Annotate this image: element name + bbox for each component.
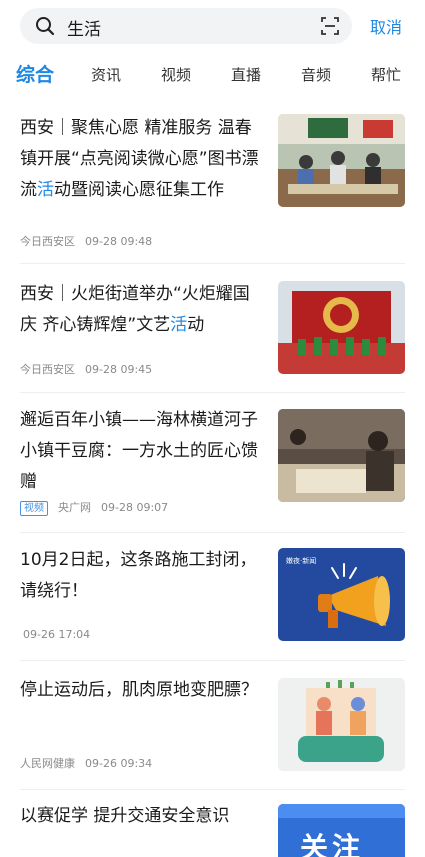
news-thumbnail — [278, 281, 405, 374]
news-meta: 今日西安区 09-28 09:45 — [20, 361, 162, 377]
cancel-button[interactable]: 取消 — [370, 14, 402, 38]
news-item[interactable]: 停止运动后，肌肉原地变肥膘？ 人民网健康 09-26 09:34 — [0, 675, 425, 785]
thumb-caption: 关注 — [300, 831, 365, 857]
news-meta: 09-26 17:04 — [23, 628, 100, 641]
news-item[interactable]: 10月2日起，这条路施工封闭，请绕行！ 09-26 17:04 嫩夜·新闻 — [0, 545, 425, 650]
news-item[interactable]: 邂逅百年小镇——海林横道河子小镇干豆腐：一方水土的匠心馈赠 视频 央广网 09-28… — [0, 405, 425, 520]
news-thumbnail: 嫩夜·新闻 — [278, 548, 405, 641]
news-thumbnail: 关注 — [278, 804, 405, 857]
search-icon — [36, 17, 55, 36]
tab-video[interactable]: 视频 — [161, 64, 191, 85]
tab-news[interactable]: 资讯 — [91, 64, 121, 85]
scan-icon[interactable] — [320, 16, 340, 36]
news-meta: 视频 央广网 09-28 09:07 — [20, 499, 178, 516]
divider — [20, 532, 405, 533]
search-query: 生活 — [67, 20, 101, 40]
news-title: 西安｜聚焦心愿 精准服务 温春镇开展“点亮阅读微心愿”图书漂流活动暨阅读心愿征集… — [20, 118, 259, 200]
tab-help[interactable]: 帮忙 — [371, 64, 401, 85]
divider — [20, 392, 405, 393]
tab-audio[interactable]: 音频 — [301, 64, 331, 85]
tab-live[interactable]: 直播 — [231, 64, 261, 85]
news-title: 停止运动后，肌肉原地变肥膘？ — [20, 680, 258, 700]
news-source: 今日西安区 — [20, 363, 75, 376]
news-item[interactable]: 西安｜火炬街道举办“火炬耀国庆 齐心铸辉煌”文艺活动 今日西安区 09-28 09… — [0, 279, 425, 379]
news-thumbnail — [278, 409, 405, 502]
news-title: 西安｜火炬街道举办“火炬耀国庆 齐心铸辉煌”文艺活动 — [20, 284, 250, 335]
news-time: 09-28 09:45 — [85, 363, 153, 376]
news-source: 今日西安区 — [20, 235, 75, 248]
news-time: 09-28 09:07 — [101, 501, 169, 514]
divider — [20, 263, 405, 264]
news-item[interactable]: 西安｜聚焦心愿 精准服务 温春镇开展“点亮阅读微心愿”图书漂流活动暨阅读心愿征集… — [0, 113, 425, 258]
tab-comprehensive[interactable]: 综合 — [16, 60, 54, 87]
news-title: 邂逅百年小镇——海林横道河子小镇干豆腐：一方水土的匠心馈赠 — [20, 410, 258, 492]
news-item[interactable]: 以赛促学 提升交通安全意识 关注 — [0, 801, 425, 857]
news-source: 央广网 — [58, 501, 91, 514]
news-time: 09-28 09:48 — [85, 235, 153, 248]
news-title: 以赛促学 提升交通安全意识 — [20, 806, 230, 826]
news-thumbnail — [278, 678, 405, 771]
search-bar: 生活 取消 — [0, 6, 425, 46]
video-badge: 视频 — [20, 501, 48, 516]
news-time: 09-26 09:34 — [85, 757, 153, 770]
divider — [20, 789, 405, 790]
category-tabs: 综合 资讯 视频 直播 音频 帮忙 — [0, 58, 425, 92]
news-source: 人民网健康 — [20, 757, 75, 770]
news-time: 09-26 17:04 — [23, 628, 91, 641]
search-input[interactable]: 生活 — [20, 8, 352, 44]
news-meta: 今日西安区 09-28 09:48 — [20, 233, 162, 249]
news-meta: 人民网健康 09-26 09:34 — [20, 755, 162, 771]
divider — [20, 660, 405, 661]
thumb-caption: 嫩夜·新闻 — [286, 557, 317, 565]
news-title: 10月2日起，这条路施工封闭，请绕行！ — [20, 550, 257, 601]
news-thumbnail — [278, 114, 405, 207]
